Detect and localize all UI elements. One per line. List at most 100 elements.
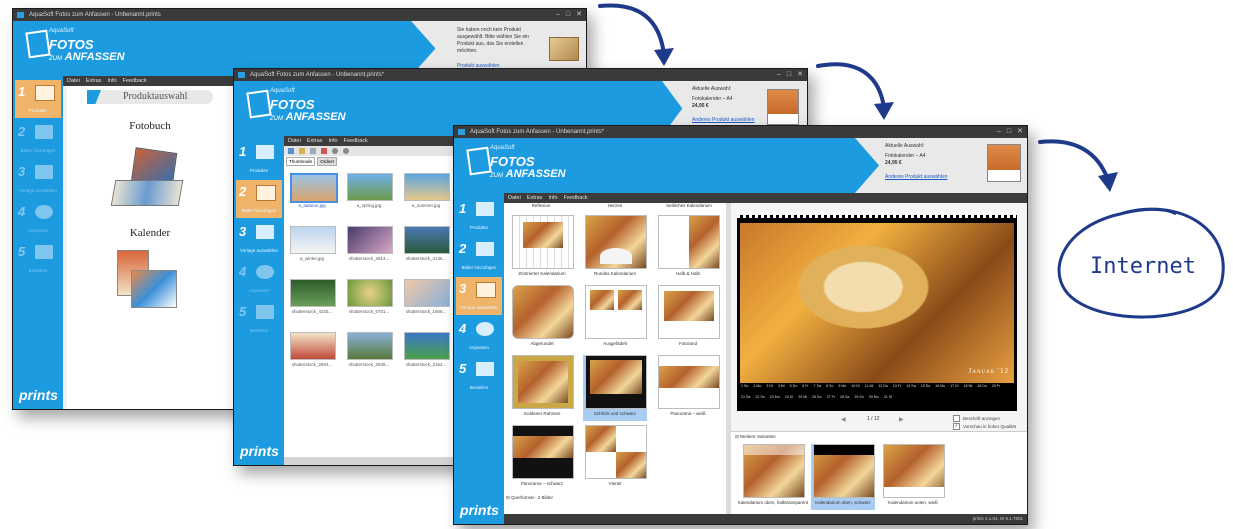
- title-bar: AquaSoft Fotos zum Anfassen - Unbenannt.…: [234, 69, 807, 81]
- gears-icon: [476, 322, 494, 336]
- heading-marker-icon: [87, 90, 101, 104]
- template-icon: [476, 282, 496, 298]
- step-bestellen[interactable]: 5 Bestellen: [236, 300, 282, 338]
- menu-feedback[interactable]: Feedback: [564, 193, 588, 203]
- layout-option[interactable]: Panorama – schwarz: [510, 425, 574, 491]
- image-thumbnail[interactable]: shutterstock_2162...: [404, 332, 450, 370]
- menu-extras[interactable]: Extras: [527, 193, 543, 203]
- image-thumbnail[interactable]: shutterstock_5701...: [347, 279, 393, 317]
- product-fotobuch-label[interactable]: Fotobuch: [67, 120, 233, 132]
- variant-option-selected[interactable]: Kalendarium oben, schwarz: [811, 444, 875, 510]
- info-panel: Aktuelle Auswahl: Fotokalender – A4 24,9…: [855, 138, 1027, 193]
- step-anpassen[interactable]: 4 Anpassen: [15, 200, 61, 238]
- step-vorlage-auswaehlen[interactable]: 3 Vorlage auswählen: [236, 220, 282, 258]
- step-bestellen[interactable]: 5 Bestellen: [456, 357, 502, 395]
- kalender-image[interactable]: [117, 250, 183, 316]
- layout-option[interactable]: Rundes Kalendarium: [583, 215, 647, 281]
- step-bilder-hinzufuegen[interactable]: 2 Bilder hinzufügen: [236, 180, 282, 218]
- window-title: AquaSoft Fotos zum Anfassen - Unbenannt.…: [29, 12, 161, 18]
- page-next-icon[interactable]: ▶: [899, 416, 904, 423]
- layout-option[interactable]: Panorama – weiß: [656, 355, 720, 421]
- maximize-icon[interactable]: □: [566, 9, 570, 21]
- copy-icon[interactable]: [310, 148, 316, 154]
- content-inner: Produktauswahl Fotobuch Kalender: [67, 86, 234, 409]
- rotate-right-icon[interactable]: [343, 148, 349, 154]
- image-thumbnail[interactable]: shutterstock_2635...: [347, 332, 393, 370]
- minimize-icon[interactable]: –: [777, 69, 781, 81]
- add-icon[interactable]: [288, 148, 294, 154]
- layout-option[interactable]: Ausgefädelt: [583, 285, 647, 351]
- close-icon[interactable]: ✕: [576, 9, 582, 21]
- title-bar: AquaSoft Fotos zum Anfassen - Unbenannt.…: [13, 9, 586, 21]
- layout-option[interactable]: Zentrierter Kalendarium: [510, 215, 574, 281]
- layout-option[interactable]: Abgerundet: [510, 285, 574, 351]
- menu-extras[interactable]: Extras: [86, 76, 102, 86]
- calendar-photo: [740, 223, 1014, 383]
- layout-labels-top: Reflexion Herzen Seitliches Kalendarium: [531, 203, 712, 208]
- layout-option[interactable]: Goldener Rahmen: [510, 355, 574, 421]
- variants-panel: ⊟ Weitere Varianten Kalendarium oben, ha…: [731, 431, 1027, 514]
- collapse-icon[interactable]: ⊟: [506, 495, 510, 500]
- layout-option-selected[interactable]: Schlicht und schwarz: [583, 355, 647, 421]
- collapse-icon[interactable]: ⊟: [735, 434, 739, 439]
- window-vorlage-auswaehlen: AquaSoft Fotos zum Anfassen - Unbenannt.…: [453, 125, 1028, 525]
- variant-option[interactable]: Kalendarium unten, weiß: [881, 444, 945, 510]
- minimize-icon[interactable]: –: [556, 9, 560, 21]
- step-vorlage-auswaehlen[interactable]: 3 Vorlage auswählen: [15, 160, 61, 198]
- image-thumbnail[interactable]: shutterstock_1608...: [404, 279, 450, 317]
- menu-info[interactable]: Info: [107, 76, 116, 86]
- image-thumbnail[interactable]: a_spring.jpg: [347, 173, 393, 211]
- change-product-link[interactable]: Anderes Produkt auswählen: [692, 117, 755, 124]
- image-thumbnail[interactable]: shutterstock_2604...: [290, 332, 336, 370]
- page-prev-icon[interactable]: ◀: [841, 416, 846, 423]
- close-icon[interactable]: ✕: [797, 69, 803, 81]
- folder-icon[interactable]: [299, 148, 305, 154]
- layout-option[interactable]: Fotorand: [656, 285, 720, 351]
- minimize-icon[interactable]: –: [997, 126, 1001, 138]
- show-labels-checkbox[interactable]: Beschrift anzeigen: [953, 415, 1000, 422]
- step-produkte[interactable]: 1 Produkte: [456, 197, 502, 235]
- maximize-icon[interactable]: □: [1007, 126, 1011, 138]
- menu-info[interactable]: Info: [328, 136, 337, 146]
- menu-feedback[interactable]: Feedback: [123, 76, 147, 86]
- step-vorlage-auswaehlen[interactable]: 3 Vorlage auswählen: [456, 277, 502, 315]
- fotobuch-image[interactable]: [110, 147, 184, 210]
- maximize-icon[interactable]: □: [787, 69, 791, 81]
- menu-extras[interactable]: Extras: [307, 136, 323, 146]
- step-bilder-hinzufuegen[interactable]: 2 Bilder hinzufügen: [15, 120, 61, 158]
- image-thumbnail[interactable]: a_winter.jpg: [290, 226, 336, 264]
- step-bestellen[interactable]: 5 Bestellen: [15, 240, 61, 278]
- layout-option[interactable]: Viertel: [583, 425, 647, 491]
- change-product-link[interactable]: Anderes Produkt auswählen: [885, 174, 948, 181]
- image-thumbnail[interactable]: a_summer.jpg: [404, 173, 450, 211]
- photo-frame-icon: [25, 29, 51, 59]
- template-icon: [35, 165, 53, 179]
- step-anpassen[interactable]: 4 Anpassen: [236, 260, 282, 298]
- step-produkte[interactable]: 1 Produkte: [15, 80, 61, 118]
- menu-feedback[interactable]: Feedback: [344, 136, 368, 146]
- tab-ordner[interactable]: Ordner: [317, 157, 338, 166]
- image-thumbnail[interactable]: shutterstock_2814...: [347, 226, 393, 264]
- photo-frame-icon: [246, 89, 272, 119]
- close-icon[interactable]: ✕: [1017, 126, 1023, 138]
- product-kalender-label[interactable]: Kalender: [67, 227, 233, 239]
- layout-list: Reflexion Herzen Seitliches Kalendarium …: [504, 203, 727, 514]
- version-text: prints 4.1.04, W 6.1.7601: [972, 516, 1023, 521]
- menu-datei[interactable]: Datei: [288, 136, 301, 146]
- rotate-left-icon[interactable]: [332, 148, 338, 154]
- image-thumbnail[interactable]: a_autumn.jpg: [290, 173, 338, 211]
- window-title: AquaSoft Fotos zum Anfassen - Unbenannt.…: [250, 72, 385, 78]
- menu-info[interactable]: Info: [548, 193, 557, 203]
- step-produkte[interactable]: 1 Produkte: [236, 140, 282, 178]
- step-bilder-hinzufuegen[interactable]: 2 Bilder hinzufügen: [456, 237, 502, 275]
- tab-thumbnails[interactable]: Thumbnails: [286, 157, 316, 166]
- delete-icon[interactable]: [321, 148, 327, 154]
- menu-datei[interactable]: Datei: [508, 193, 521, 203]
- step-anpassen[interactable]: 4 Anpassen: [456, 317, 502, 355]
- image-thumbnail[interactable]: shutterstock_4225...: [290, 279, 336, 317]
- menu-datei[interactable]: Datei: [67, 76, 80, 86]
- high-quality-checkbox[interactable]: ✓ Vorschau in hoher Qualität: [953, 423, 1016, 430]
- variant-option[interactable]: Kalendarium oben, halbtransparent: [738, 444, 808, 510]
- layout-option[interactable]: Halb & Halb: [656, 215, 720, 281]
- image-thumbnail[interactable]: shutterstock_4136...: [404, 226, 450, 264]
